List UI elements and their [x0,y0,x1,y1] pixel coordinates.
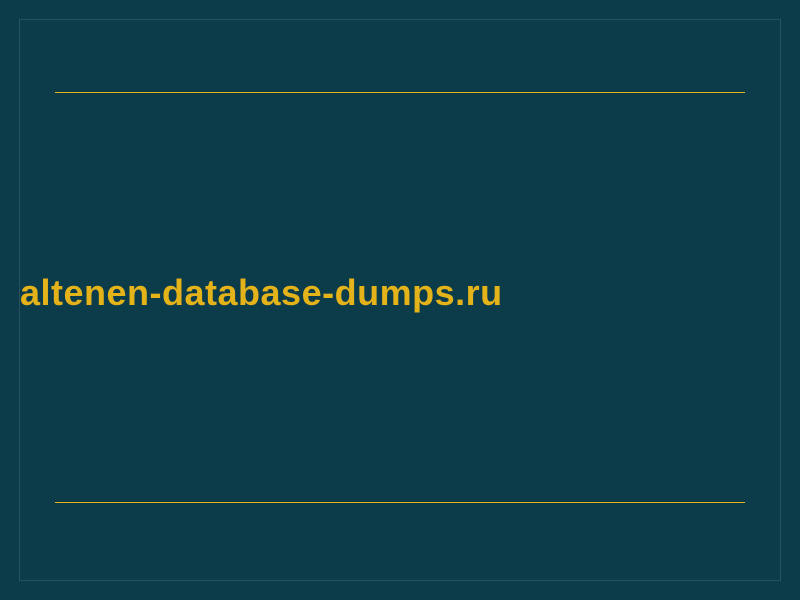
divider-bottom [55,502,745,503]
main-title: altenen-database-dumps.ru [20,272,503,314]
divider-top [55,92,745,93]
